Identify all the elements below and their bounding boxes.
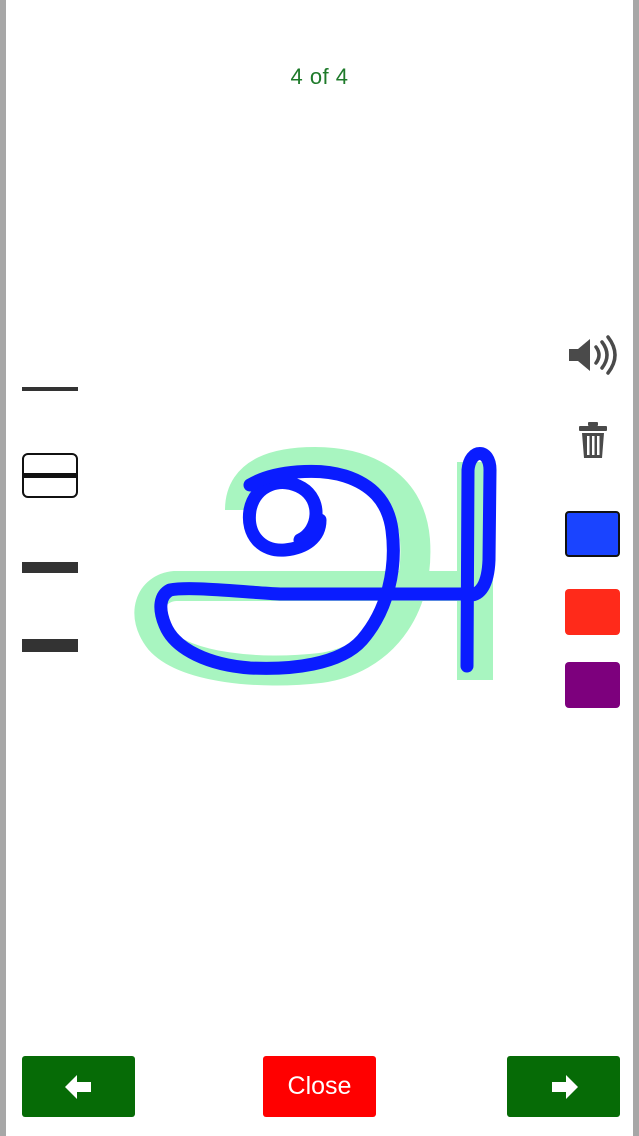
speaker-icon[interactable] — [565, 333, 619, 377]
color-swatch-purple[interactable] — [565, 662, 620, 708]
line-thick-tool[interactable] — [22, 639, 78, 652]
arrow-left-icon — [64, 1074, 91, 1099]
color-swatch-red[interactable] — [565, 589, 620, 635]
drawing-canvas[interactable] — [120, 430, 520, 700]
page-counter: 4 of 4 — [290, 64, 349, 89]
letter-guide — [134, 447, 493, 686]
next-button[interactable] — [507, 1056, 620, 1117]
right-edge — [633, 0, 639, 1136]
arrow-right-icon — [551, 1074, 578, 1099]
line-thin-tool[interactable] — [22, 387, 78, 391]
close-button[interactable]: Close — [263, 1056, 376, 1117]
line-outlined-bar — [24, 473, 76, 478]
line-outlined-tool[interactable] — [22, 453, 78, 498]
user-stroke — [154, 447, 497, 675]
left-edge — [0, 0, 6, 1136]
color-swatch-blue[interactable] — [565, 511, 620, 557]
line-medium-tool[interactable] — [22, 562, 78, 573]
trash-icon[interactable] — [578, 420, 608, 460]
prev-button[interactable] — [22, 1056, 135, 1117]
